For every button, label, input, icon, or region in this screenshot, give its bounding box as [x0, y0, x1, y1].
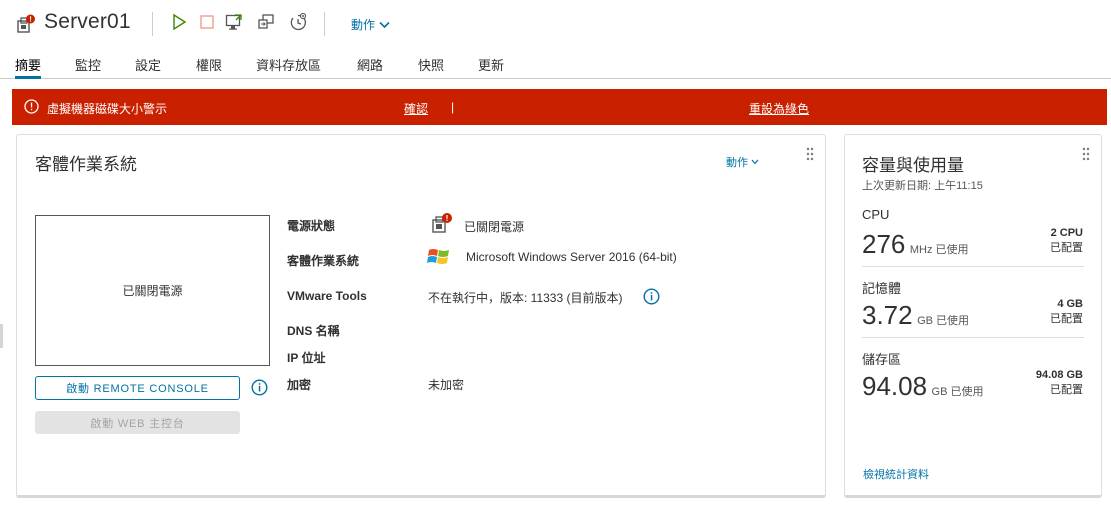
vmware-tools-value: 不在執行中，版本: 11333 (目前版本)	[428, 291, 623, 305]
alert-banner: 虛擬機器磁碟大小警示 確認 | 重設為綠色	[12, 89, 1107, 125]
view-stats-link[interactable]: 檢視統計資料	[863, 466, 929, 482]
encryption-value: 未加密	[428, 378, 465, 392]
toolbar-divider	[152, 12, 153, 36]
tab-datastores[interactable]: 資料存放區	[256, 55, 321, 79]
power-state-label: 電源狀態	[287, 219, 336, 233]
cpu-used-value: 276	[862, 229, 906, 259]
memory-allocated: 4 GB 已配置	[990, 297, 1083, 327]
cpu-allocated-label: 已配置	[1050, 242, 1083, 254]
drag-handle-icon[interactable]	[806, 147, 814, 161]
tab-configure[interactable]: 設定	[135, 55, 161, 79]
memory-used-unit: GB 已使用	[917, 315, 970, 327]
guest-os-card-title: 客體作業系統	[35, 155, 137, 174]
alert-message: 虛擬機器磁碟大小警示	[47, 102, 168, 116]
tab-networks[interactable]: 網路	[357, 55, 383, 79]
vmware-tools-label: VMware Tools	[287, 289, 367, 303]
storage-usage: 94.08 GB 已使用	[862, 371, 983, 402]
storage-allocated-label: 已配置	[1050, 384, 1083, 396]
launch-web-console-button[interactable]: 啟動 WEB 主控台	[35, 411, 240, 434]
memory-label: 記憶體	[862, 281, 902, 296]
panel-resize-handle[interactable]	[0, 324, 3, 348]
guest-os-value: Microsoft Windows Server 2016 (64-bit)	[466, 250, 677, 264]
tab-monitor[interactable]: 監控	[75, 55, 101, 79]
memory-used-value: 3.72	[862, 300, 913, 330]
actions-menu-button[interactable]: 動作	[351, 16, 390, 33]
cpu-label: CPU	[862, 207, 890, 222]
migrate-icon[interactable]	[257, 13, 275, 31]
storage-allocated-value: 94.08 GB	[1035, 369, 1083, 381]
storage-label: 儲存區	[862, 352, 902, 367]
page-title: Server01	[44, 10, 131, 33]
power-off-icon[interactable]	[198, 13, 216, 31]
launch-remote-console-button[interactable]: 啟動 REMOTE CONSOLE	[35, 376, 240, 400]
ip-address-label: IP 位址	[287, 351, 326, 365]
cpu-allocated-value: 2 CPU	[1050, 227, 1083, 239]
tab-updates[interactable]: 更新	[478, 55, 504, 79]
info-icon[interactable]	[643, 288, 660, 305]
storage-allocated: 94.08 GB 已配置	[990, 368, 1083, 398]
info-icon[interactable]	[251, 379, 268, 396]
encryption-label: 加密	[287, 378, 312, 392]
toolbar-divider	[324, 12, 325, 36]
alert-separator: |	[451, 100, 455, 114]
actions-menu-label: 動作	[351, 18, 376, 32]
guest-os-label: 客體作業系統	[287, 254, 360, 268]
divider	[862, 266, 1084, 267]
windows-logo-icon	[427, 246, 451, 268]
capacity-card-title: 容量與使用量	[862, 156, 964, 175]
cpu-used-unit: MHz 已使用	[909, 244, 969, 256]
tab-snapshots[interactable]: 快照	[418, 55, 444, 79]
tab-summary[interactable]: 摘要	[15, 55, 42, 79]
alert-circle-icon	[24, 99, 39, 114]
guest-os-actions-button[interactable]: 動作	[726, 154, 759, 170]
dns-name-label: DNS 名稱	[287, 324, 340, 338]
cpu-allocated: 2 CPU 已配置	[990, 226, 1083, 256]
chevron-down-icon	[379, 18, 390, 32]
reset-to-green-link[interactable]: 重設為綠色	[749, 100, 809, 117]
storage-used-value: 94.08	[862, 371, 928, 401]
divider	[862, 337, 1084, 338]
snapshot-icon[interactable]	[289, 12, 307, 31]
cpu-usage: 276 MHz 已使用	[862, 229, 969, 260]
tab-bar: 摘要 監控 設定 權限 資料存放區 網路 快照 更新	[0, 52, 1111, 79]
power-state-value: 已關閉電源	[464, 220, 525, 234]
power-on-icon[interactable]	[170, 13, 188, 31]
memory-allocated-value: 4 GB	[1057, 298, 1083, 310]
console-preview[interactable]: 已關閉電源	[35, 215, 270, 366]
console-preview-text: 已關閉電源	[122, 284, 183, 298]
chevron-down-icon	[751, 156, 759, 168]
launch-console-icon[interactable]	[225, 13, 243, 31]
drag-handle-icon[interactable]	[1082, 147, 1090, 161]
memory-allocated-label: 已配置	[1050, 313, 1083, 325]
acknowledge-link[interactable]: 確認	[404, 100, 428, 117]
storage-used-unit: GB 已使用	[931, 386, 984, 398]
vm-powered-off-icon	[16, 14, 36, 34]
last-updated-text: 上次更新日期: 上午11:15	[862, 180, 983, 192]
memory-usage: 3.72 GB 已使用	[862, 300, 969, 331]
vm-powered-off-icon	[431, 212, 453, 234]
guest-os-actions-label: 動作	[726, 157, 748, 169]
tab-permissions[interactable]: 權限	[196, 55, 222, 79]
